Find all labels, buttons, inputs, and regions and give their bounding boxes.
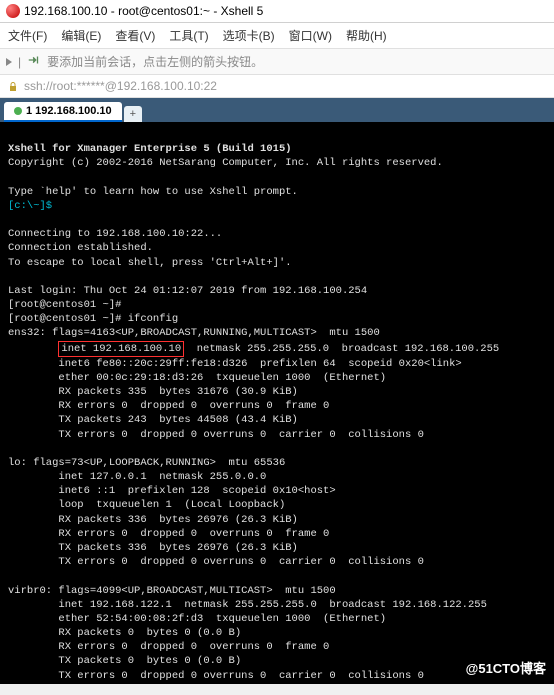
menu-help[interactable]: 帮助(H) (346, 27, 387, 44)
tab-label: 1 192.168.100.10 (26, 105, 112, 117)
window-title: 192.168.100.10 - root@centos01:~ - Xshel… (24, 4, 263, 18)
titlebar: 192.168.100.10 - root@centos01:~ - Xshel… (0, 0, 554, 23)
tab-session-1[interactable]: 1 192.168.100.10 (4, 102, 122, 122)
add-tab-button[interactable]: + (124, 106, 142, 122)
menu-view[interactable]: 查看(V) (115, 27, 155, 44)
app-icon (6, 4, 20, 18)
connection-status-icon (14, 107, 22, 115)
virbr-rxe: RX errors 0 dropped 0 overruns 0 frame 0 (8, 641, 329, 653)
command-line: [root@centos01 ~]# ifconfig (8, 313, 178, 325)
divider: | (18, 55, 21, 69)
ens-inet-rest: netmask 255.255.255.0 broadcast 192.168.… (184, 343, 499, 355)
established-line: Connection established. (8, 242, 153, 254)
lo-txe: TX errors 0 dropped 0 overruns 0 carrier… (8, 556, 424, 568)
help-line: Type `help' to learn how to use Xshell p… (8, 186, 298, 198)
url-text[interactable]: ssh://root:******@192.168.100.10:22 (24, 79, 217, 93)
menu-tools[interactable]: 工具(T) (169, 27, 208, 44)
lo-inet: inet 127.0.0.1 netmask 255.0.0.0 (8, 471, 266, 483)
banner-line: Xshell for Xmanager Enterprise 5 (Build … (8, 143, 292, 155)
menu-file[interactable]: 文件(F) (8, 27, 47, 44)
ens-txp: TX packets 243 bytes 44508 (43.4 KiB) (8, 414, 298, 426)
inet-highlight: inet 192.168.100.10 (58, 341, 184, 357)
dropdown-icon[interactable] (6, 58, 12, 66)
ens-header: ens32: flags=4163<UP,BROADCAST,RUNNING,M… (8, 327, 380, 339)
lo-rxp: RX packets 336 bytes 26976 (26.3 KiB) (8, 514, 298, 526)
lo-loop: loop txqueuelen 1 (Local Loopback) (8, 499, 285, 511)
watermark: @51CTO博客 (466, 660, 546, 678)
prompt-line: [root@centos01 ~]# (8, 299, 121, 311)
virbr-txe: TX errors 0 dropped 0 overruns 0 carrier… (8, 670, 424, 682)
menu-tabs[interactable]: 选项卡(B) (223, 27, 275, 44)
ens-ether: ether 00:0c:29:18:d3:26 txqueuelen 1000 … (8, 372, 386, 384)
virbr-ether: ether 52:54:00:08:2f:d3 txqueuelen 1000 … (8, 613, 386, 625)
ens-inet6: inet6 fe80::20c:29ff:fe18:d326 prefixlen… (8, 358, 462, 370)
lo-rxe: RX errors 0 dropped 0 overruns 0 frame 0 (8, 528, 329, 540)
escape-line: To escape to local shell, press 'Ctrl+Al… (8, 257, 292, 269)
virbr-inet: inet 192.168.122.1 netmask 255.255.255.0… (8, 599, 487, 611)
lo-header: lo: flags=73<UP,LOOPBACK,RUNNING> mtu 65… (8, 457, 285, 469)
menu-window[interactable]: 窗口(W) (289, 27, 332, 44)
lastlogin-line: Last login: Thu Oct 24 01:12:07 2019 fro… (8, 285, 367, 297)
add-session-arrow-icon[interactable] (27, 53, 41, 70)
toolbar-hint: 要添加当前会话，点击左侧的箭头按钮。 (47, 53, 263, 70)
connecting-line: Connecting to 192.168.100.10:22... (8, 228, 222, 240)
toolbar: | 要添加当前会话，点击左侧的箭头按钮。 (0, 49, 554, 75)
virbr-txp: TX packets 0 bytes 0 (0.0 B) (8, 655, 241, 667)
ens-rxe: RX errors 0 dropped 0 overruns 0 frame 0 (8, 400, 329, 412)
lo-txp: TX packets 336 bytes 26976 (26.3 KiB) (8, 542, 298, 554)
local-prompt: [c:\~]$ (8, 200, 52, 212)
virbr-header: virbr0: flags=4099<UP,BROADCAST,MULTICAS… (8, 585, 336, 597)
terminal[interactable]: Xshell for Xmanager Enterprise 5 (Build … (0, 122, 554, 684)
virbr-rxp: RX packets 0 bytes 0 (0.0 B) (8, 627, 241, 639)
ens-rxp: RX packets 335 bytes 31676 (30.9 KiB) (8, 386, 298, 398)
tabbar: 1 192.168.100.10 + (0, 98, 554, 122)
copyright-line: Copyright (c) 2002-2016 NetSarang Comput… (8, 157, 443, 169)
lo-inet6: inet6 ::1 prefixlen 128 scopeid 0x10<hos… (8, 485, 336, 497)
menubar: 文件(F) 编辑(E) 查看(V) 工具(T) 选项卡(B) 窗口(W) 帮助(… (0, 23, 554, 49)
addressbar: ssh://root:******@192.168.100.10:22 (0, 75, 554, 98)
ens-txe: TX errors 0 dropped 0 overruns 0 carrier… (8, 429, 424, 441)
menu-edit[interactable]: 编辑(E) (61, 27, 101, 44)
lock-icon (8, 81, 18, 91)
